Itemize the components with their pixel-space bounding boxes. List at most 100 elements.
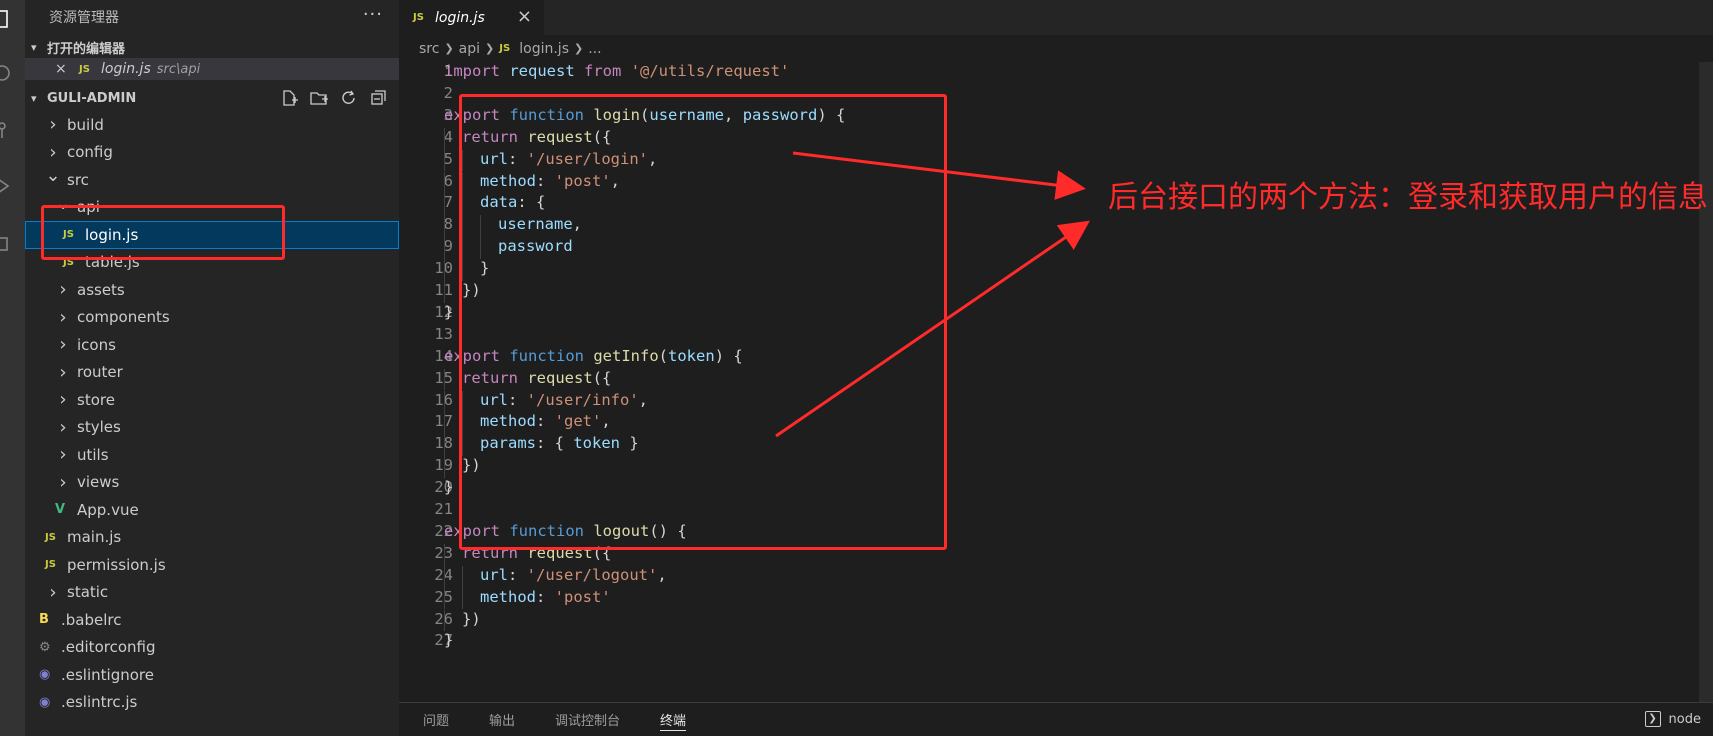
chevron-right-icon: ❯ bbox=[444, 42, 454, 55]
tree-item-label: App.vue bbox=[77, 500, 139, 519]
file-type-icon: ⚙ bbox=[39, 639, 51, 655]
file-type-icon: JS bbox=[45, 559, 56, 571]
indent-guide bbox=[444, 390, 445, 413]
code-line: import request from '@/utils/request' bbox=[444, 62, 790, 80]
more-actions-icon[interactable]: ··· bbox=[363, 4, 383, 25]
indent-guide bbox=[444, 127, 445, 150]
tree-item-label: router bbox=[77, 363, 123, 382]
chevron-right-icon: › bbox=[49, 581, 57, 603]
indent-guide bbox=[444, 215, 445, 238]
source-control-icon[interactable] bbox=[0, 120, 13, 142]
tree-item-static[interactable]: › static bbox=[25, 579, 399, 607]
file-tree: › build › config ⌄ src ⌄ api JS login.js JS table.j… bbox=[25, 111, 399, 716]
explorer-title: 资源管理器 bbox=[49, 10, 119, 26]
code-line: } bbox=[444, 478, 454, 497]
open-editor-path: src\api bbox=[156, 61, 201, 77]
code-line: } bbox=[444, 631, 454, 650]
tree-item-config[interactable]: › config bbox=[25, 139, 399, 167]
tree-item-label: utils bbox=[77, 445, 109, 464]
terminal-selector[interactable]: ❯ node bbox=[1644, 711, 1701, 727]
tab-problems[interactable]: 问题 bbox=[423, 703, 449, 736]
explorer-icon[interactable] bbox=[0, 8, 13, 30]
vertical-scrollbar[interactable] bbox=[1699, 62, 1713, 702]
indent-guide bbox=[444, 281, 445, 303]
open-editors-title: 打开的编辑器 bbox=[47, 41, 126, 57]
tree-item-build[interactable]: › build bbox=[25, 111, 399, 139]
tree-item-app-vue[interactable]: V App.vue bbox=[25, 496, 399, 524]
tree-item-eslintrc-js[interactable]: ◉ .eslintrc.js bbox=[25, 689, 399, 717]
tab-login-js[interactable]: JS login.js × bbox=[399, 0, 544, 35]
highlight-box-code bbox=[459, 94, 947, 550]
breadcrumb-symbol[interactable]: ... bbox=[588, 41, 601, 57]
tree-item-label: icons bbox=[77, 335, 116, 354]
tree-item-label: components bbox=[77, 308, 170, 327]
chevron-down-icon: ⌄ bbox=[45, 165, 61, 187]
tree-item-label: assets bbox=[77, 280, 125, 299]
collapse-all-icon[interactable] bbox=[369, 89, 389, 107]
chevron-right-icon: › bbox=[59, 471, 67, 493]
activity-bar bbox=[0, 0, 25, 736]
chevron-down-icon: ▾ bbox=[31, 40, 37, 54]
tree-item-utils[interactable]: › utils bbox=[25, 441, 399, 469]
close-icon[interactable]: × bbox=[55, 61, 79, 77]
indent-guide bbox=[444, 434, 445, 457]
tree-item-babelrc[interactable]: B .babelrc bbox=[25, 606, 399, 634]
js-file-icon: JS bbox=[79, 63, 90, 75]
tree-item-assets[interactable]: › assets bbox=[25, 276, 399, 304]
chevron-down-icon: ▾ bbox=[31, 91, 37, 105]
panel-tabs: 问题 输出 调试控制台 终端 ❯ node bbox=[399, 702, 1713, 736]
tab-terminal[interactable]: 终端 bbox=[660, 703, 687, 736]
tree-item-label: .eslintrc.js bbox=[61, 693, 138, 712]
chevron-right-icon: › bbox=[59, 334, 67, 356]
refresh-icon[interactable] bbox=[339, 89, 359, 107]
indent-guide bbox=[444, 368, 445, 391]
indent-guide bbox=[444, 193, 445, 216]
search-icon[interactable] bbox=[0, 63, 13, 85]
chevron-right-icon: › bbox=[59, 279, 67, 301]
chevron-right-icon: › bbox=[59, 306, 67, 328]
tree-item-label: .babelrc bbox=[61, 610, 122, 629]
tree-item-editorconfig[interactable]: ⚙ .editorconfig bbox=[25, 634, 399, 662]
new-folder-icon[interactable] bbox=[309, 89, 329, 107]
tree-item-label: .eslintignore bbox=[61, 665, 154, 684]
breadcrumb-api[interactable]: api bbox=[459, 41, 480, 57]
chevron-right-icon: ❯ bbox=[485, 42, 495, 55]
breadcrumb-src[interactable]: src bbox=[419, 41, 439, 57]
indent-guide bbox=[444, 259, 445, 281]
open-editor-item[interactable]: × JS login.js src\api bbox=[25, 58, 399, 80]
tree-item-eslintignore[interactable]: ◉ .eslintignore bbox=[25, 661, 399, 689]
tree-item-store[interactable]: › store bbox=[25, 386, 399, 414]
annotation-text: 后台接口的两个方法：登录和获取用户的信息 bbox=[1108, 180, 1708, 215]
indent-guide bbox=[462, 587, 463, 610]
new-file-icon[interactable] bbox=[279, 89, 299, 107]
open-editors-section[interactable]: ▾ 打开的编辑器 bbox=[25, 36, 399, 58]
tree-item-components[interactable]: › components bbox=[25, 304, 399, 332]
tree-item-label: styles bbox=[77, 418, 121, 437]
run-debug-icon[interactable] bbox=[0, 175, 13, 197]
tree-item-label: src bbox=[67, 170, 89, 189]
tree-item-views[interactable]: › views bbox=[25, 469, 399, 497]
close-icon[interactable]: × bbox=[517, 6, 532, 27]
project-title: GULI-ADMIN bbox=[47, 90, 137, 106]
open-editor-filename: login.js bbox=[101, 61, 151, 77]
tree-item-label: static bbox=[67, 583, 109, 602]
tree-item-label: views bbox=[77, 473, 120, 492]
explorer-sidebar: 资源管理器 ··· ▾ 打开的编辑器 × JS login.js src\api… bbox=[25, 0, 399, 736]
tab-debug-console[interactable]: 调试控制台 bbox=[555, 703, 620, 736]
tree-item-icons[interactable]: › icons bbox=[25, 331, 399, 359]
extensions-icon[interactable] bbox=[0, 232, 13, 254]
tree-item-src[interactable]: ⌄ src bbox=[25, 165, 399, 194]
indent-guide bbox=[462, 565, 463, 588]
tab-output[interactable]: 输出 bbox=[489, 703, 515, 736]
tree-item-main-js[interactable]: JS main.js bbox=[25, 524, 399, 552]
tree-item-router[interactable]: › router bbox=[25, 359, 399, 387]
tree-item-styles[interactable]: › styles bbox=[25, 414, 399, 442]
indent-guide bbox=[444, 171, 445, 194]
breadcrumb-file[interactable]: login.js bbox=[519, 41, 569, 57]
indent-guide bbox=[444, 149, 445, 172]
tab-label: login.js bbox=[435, 9, 485, 26]
project-section[interactable]: ▾ GULI-ADMIN bbox=[25, 85, 399, 111]
file-type-icon: V bbox=[55, 502, 66, 518]
code-line: } bbox=[444, 302, 454, 321]
tree-item-permission-js[interactable]: JS permission.js bbox=[25, 551, 399, 579]
